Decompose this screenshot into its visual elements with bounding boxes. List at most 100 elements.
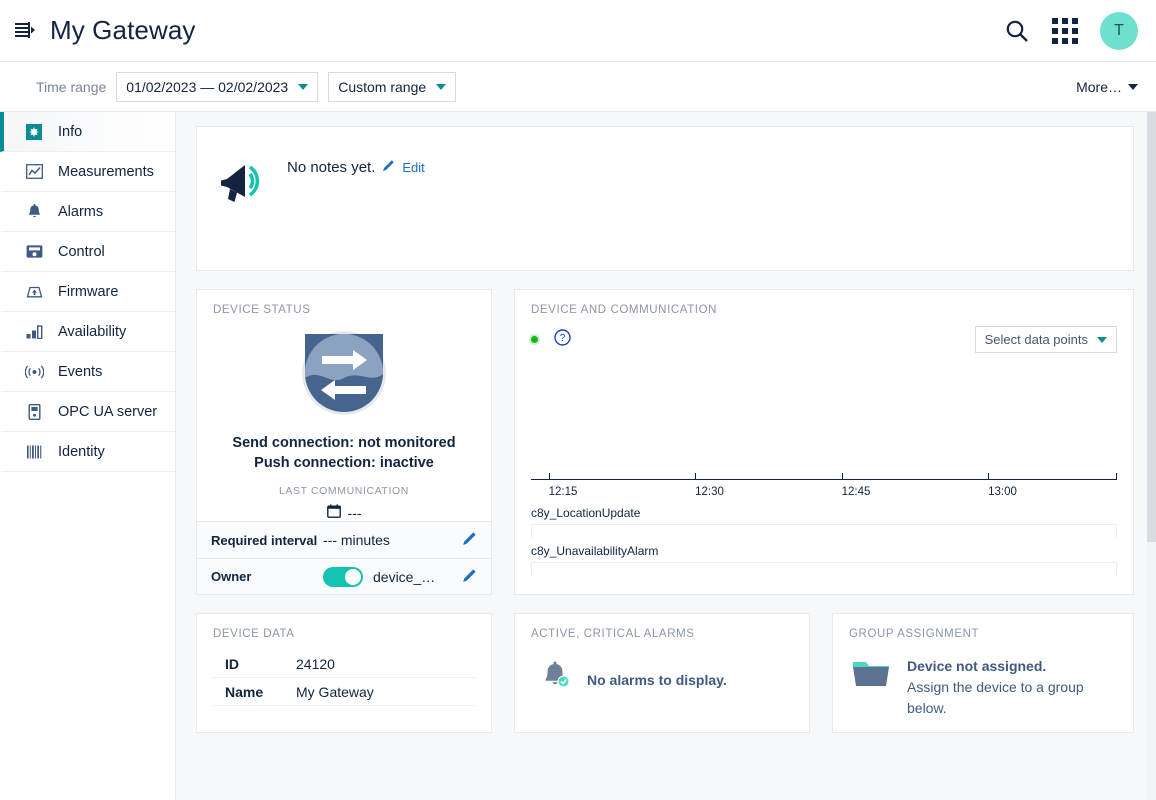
date-range-select[interactable]: 01/02/2023 — 02/02/2023 (116, 71, 319, 102)
send-connection-line: Send connection: not monitored (232, 435, 456, 451)
green-status-dot (531, 336, 538, 343)
sidebar-item-info[interactable]: Info (0, 112, 175, 152)
sidebar-item-availability[interactable]: Availability (0, 312, 175, 352)
last-communication-row: --- (326, 504, 362, 521)
sidebar-item-label: Availability (58, 323, 127, 340)
series-location-update: c8y_LocationUpdate (531, 500, 1117, 538)
device-data-card: DEVICE DATA ID 24120 Name My Gateway (196, 613, 492, 733)
device-communication-card: DEVICE AND COMMUNICATION ? Select data p… (514, 289, 1134, 595)
sidebar-item-label: Identity (58, 443, 105, 460)
sidebar-item-identity[interactable]: Identity (0, 432, 175, 472)
header-actions: T (1004, 11, 1138, 50)
sidebar-item-label: Control (58, 243, 105, 260)
device-status-body: Send connection: not monitored Push conn… (197, 316, 491, 521)
sidebar-item-control[interactable]: Control (0, 232, 175, 272)
pencil-icon[interactable] (382, 159, 395, 176)
series-track (531, 562, 1117, 576)
communication-header-row: ? Select data points (515, 316, 1133, 353)
time-range-toolbar: Time range 01/02/2023 — 02/02/2023 Custo… (0, 62, 1156, 112)
required-interval-label: Required interval (211, 532, 318, 548)
broadcast-icon (24, 365, 44, 379)
alarms-empty-text: No alarms to display. (587, 671, 727, 688)
alarms-empty-state: No alarms to display. (515, 640, 809, 699)
folder-icon (851, 656, 891, 695)
bar-chart-icon (24, 324, 44, 339)
collapse-sidebar-icon[interactable] (12, 18, 38, 44)
app-body: Info Measurements Alarms Control Firmwar… (0, 112, 1156, 800)
chart-tick-label: 12:30 (695, 486, 724, 498)
table-row: ID 24120 (211, 650, 477, 678)
last-communication-label: LAST COMMUNICATION (278, 485, 409, 497)
device-data-key: ID (225, 655, 239, 672)
chart-tick (548, 473, 550, 480)
info-badge-icon (24, 123, 44, 140)
pencil-icon[interactable] (462, 568, 477, 586)
series-unavailability-alarm: c8y_UnavailabilityAlarm (531, 538, 1117, 576)
sidebar-item-label: Firmware (58, 283, 119, 300)
owner-toggle[interactable] (323, 566, 363, 587)
pencil-icon[interactable] (462, 531, 477, 549)
notes-card: No notes yet. Edit (196, 126, 1134, 271)
main-content: No notes yet. Edit DEVICE STATUS Send co… (176, 112, 1156, 800)
notes-empty-text: No notes yet. (287, 159, 376, 176)
help-circle-icon[interactable]: ? (554, 328, 571, 351)
select-data-points-label: Select data points (984, 332, 1088, 347)
sidebar-item-firmware[interactable]: Firmware (0, 272, 175, 312)
device-status-fields: Required interval --- minutes Owner devi… (197, 521, 491, 594)
chevron-down-icon (1097, 336, 1107, 343)
svg-text:?: ? (560, 333, 566, 344)
time-range-label: Time range (36, 78, 107, 95)
range-mode-value: Custom range (338, 78, 427, 95)
chart-tick (988, 473, 990, 480)
communication-chart[interactable]: 12:15 12:30 12:45 13:00 (531, 353, 1117, 498)
owner-value-group: device_… (323, 566, 462, 587)
notes-text-row: No notes yet. Edit (287, 145, 425, 176)
status-and-communication-row: DEVICE STATUS Send connection: not monit… (196, 289, 1134, 595)
line-chart-icon (24, 164, 44, 179)
sidebar-nav: Info Measurements Alarms Control Firmwar… (0, 112, 176, 800)
device-communication-title: DEVICE AND COMMUNICATION (531, 304, 718, 316)
group-assignment-line2: Assign the device to a group below. (907, 679, 1084, 716)
device-status-card: DEVICE STATUS Send connection: not monit… (196, 289, 492, 595)
chart-tick (841, 473, 843, 480)
avatar[interactable]: T (1100, 11, 1138, 50)
app-root: My Gateway T Time range 01/02/2023 — 02/… (0, 0, 1156, 800)
sidebar-item-alarms[interactable]: Alarms (0, 192, 175, 232)
megaphone-icon (217, 153, 287, 218)
range-mode-select[interactable]: Custom range (328, 71, 457, 102)
barcode-icon (24, 445, 44, 459)
sidebar-item-label: Measurements (58, 163, 154, 180)
chart-x-axis (531, 479, 1117, 480)
scrollbar-thumb[interactable] (1147, 112, 1156, 542)
calendar-icon (326, 504, 341, 521)
sidebar-item-label: Alarms (58, 203, 104, 220)
group-assignment-title: GROUP ASSIGNMENT (849, 628, 980, 640)
select-data-points-button[interactable]: Select data points (974, 326, 1117, 353)
search-icon[interactable] (1004, 18, 1030, 44)
page-title: My Gateway (50, 15, 196, 45)
connection-status-text: Send connection: not monitored Push conn… (232, 433, 455, 473)
device-data-key: Name (225, 683, 264, 700)
date-range-value: 01/02/2023 — 02/02/2023 (126, 78, 289, 95)
sidebar-item-measurements[interactable]: Measurements (0, 152, 175, 192)
firmware-upload-icon (24, 284, 44, 299)
content-scrollbar[interactable] (1147, 112, 1156, 800)
notes-edit-link[interactable]: Edit (402, 160, 424, 175)
chart-tick-label: 12:45 (841, 486, 871, 498)
owner-value: device_… (373, 568, 436, 585)
bell-check-icon (539, 660, 573, 699)
chart-tick-label: 13:00 (988, 486, 1017, 498)
device-data-table: ID 24120 Name My Gateway (211, 650, 477, 706)
more-menu-button[interactable]: More… (1076, 79, 1138, 95)
sidebar-item-opc-ua-server[interactable]: OPC UA server (0, 392, 175, 432)
group-assignment-text: Device not assigned. Assign the device t… (907, 656, 1117, 719)
chart-tick-label: 12:15 (548, 486, 578, 498)
chart-tick (695, 473, 697, 480)
sidebar-item-events[interactable]: Events (0, 352, 175, 392)
group-assignment-body: Device not assigned. Assign the device t… (833, 640, 1133, 719)
required-interval-value: --- minutes (323, 532, 390, 548)
bidirectional-arrows-icon (301, 330, 387, 421)
sidebar-item-label: Info (58, 123, 83, 140)
app-grid-icon[interactable] (1052, 17, 1078, 44)
comm-card-footer-space (515, 576, 1133, 594)
